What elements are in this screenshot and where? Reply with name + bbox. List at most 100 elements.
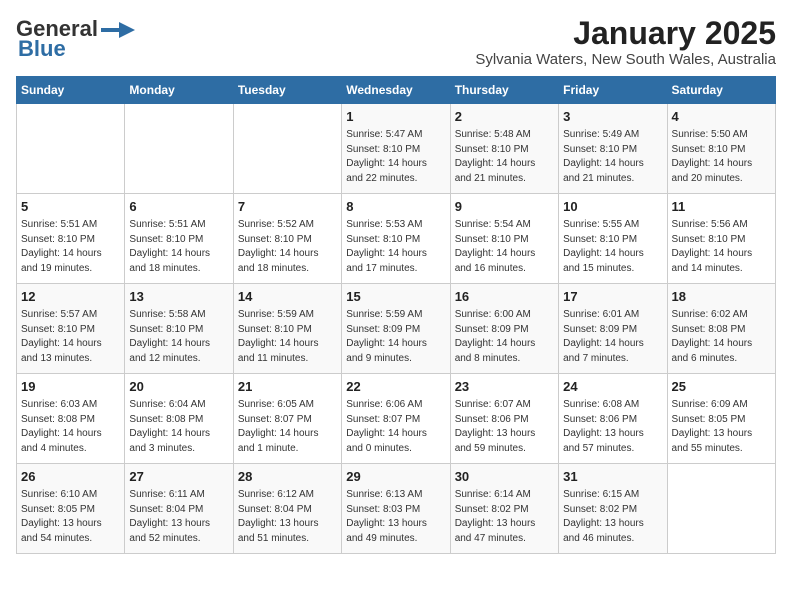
table-row: 3 Sunrise: 5:49 AM Sunset: 8:10 PM Daylig… [559, 104, 667, 194]
day-number: 17 [563, 288, 662, 306]
table-row: 1Sunrise: 5:47 AM Sunset: 8:10 PM Daylig… [342, 104, 450, 194]
header-wednesday: Wednesday [342, 77, 450, 104]
day-number: 29 [346, 468, 445, 486]
day-info: Sunrise: 6:02 AM Sunset: 8:08 PM Dayligh… [672, 308, 771, 366]
day-number: 7 [238, 198, 337, 216]
day-number: 9 [455, 198, 554, 216]
header-thursday: Thursday [450, 77, 558, 104]
day-info: Sunrise: 6:11 AM Sunset: 8:04 PM Dayligh… [129, 488, 228, 546]
day-info: Sunrise: 6:05 AM Sunset: 8:07 PM Dayligh… [238, 398, 337, 456]
table-row: 23 Sunrise: 6:07 AM Sunset: 8:06 PM Dayli… [450, 374, 558, 464]
table-row: 13Sunrise: 5:58 AM Sunset: 8:10 PM Dayli… [125, 284, 233, 374]
header-monday: Monday [125, 77, 233, 104]
table-row: 5 Sunrise: 5:51 AM Sunset: 8:10 PM Daylig… [17, 194, 125, 284]
day-number: 28 [238, 468, 337, 486]
calendar-week-row: 26 Sunrise: 6:10 AM Sunset: 8:05 PM Dayli… [17, 464, 776, 554]
day-number: 8 [346, 198, 445, 216]
day-number: 24 [563, 378, 662, 396]
day-info: Sunrise: 5:59 AM Sunset: 8:10 PM Dayligh… [238, 308, 337, 366]
day-number: 22 [346, 378, 445, 396]
table-row [233, 104, 341, 194]
table-row: 11 Sunrise: 5:56 AM Sunset: 8:10 PM Dayli… [667, 194, 775, 284]
header-saturday: Saturday [667, 77, 775, 104]
day-info: Sunrise: 5:53 AM Sunset: 8:10 PM Dayligh… [346, 218, 445, 276]
logo-blue-text: Blue [18, 36, 66, 62]
table-row: 10Sunrise: 5:55 AM Sunset: 8:10 PM Dayli… [559, 194, 667, 284]
day-number: 15 [346, 288, 445, 306]
day-number: 23 [455, 378, 554, 396]
table-row: 27Sunrise: 6:11 AM Sunset: 8:04 PM Dayli… [125, 464, 233, 554]
header-friday: Friday [559, 77, 667, 104]
table-row: 7 Sunrise: 5:52 AM Sunset: 8:10 PM Daylig… [233, 194, 341, 284]
table-row: 28 Sunrise: 6:12 AM Sunset: 8:04 PM Dayli… [233, 464, 341, 554]
day-number: 25 [672, 378, 771, 396]
day-info: Sunrise: 6:08 AM Sunset: 8:06 PM Dayligh… [563, 398, 662, 456]
day-info: Sunrise: 5:50 AM Sunset: 8:10 PM Dayligh… [672, 128, 771, 186]
day-number: 18 [672, 288, 771, 306]
day-info: Sunrise: 6:06 AM Sunset: 8:07 PM Dayligh… [346, 398, 445, 456]
day-info: Sunrise: 6:04 AM Sunset: 8:08 PM Dayligh… [129, 398, 228, 456]
calendar-location: Sylvania Waters, New South Wales, Austra… [475, 51, 776, 68]
day-info: Sunrise: 5:59 AM Sunset: 8:09 PM Dayligh… [346, 308, 445, 366]
day-info: Sunrise: 6:13 AM Sunset: 8:03 PM Dayligh… [346, 488, 445, 546]
logo: General Blue [16, 16, 138, 62]
day-info: Sunrise: 6:01 AM Sunset: 8:09 PM Dayligh… [563, 308, 662, 366]
table-row: 30 Sunrise: 6:14 AM Sunset: 8:02 PM Dayli… [450, 464, 558, 554]
logo-icon [99, 20, 137, 40]
day-number: 2 [455, 108, 554, 126]
calendar-week-row: 5 Sunrise: 5:51 AM Sunset: 8:10 PM Daylig… [17, 194, 776, 284]
calendar-month-year: January 2025 [475, 16, 776, 51]
day-number: 30 [455, 468, 554, 486]
calendar-week-row: 12 Sunrise: 5:57 AM Sunset: 8:10 PM Dayli… [17, 284, 776, 374]
day-number: 31 [563, 468, 662, 486]
day-number: 14 [238, 288, 337, 306]
table-row: 8 Sunrise: 5:53 AM Sunset: 8:10 PM Daylig… [342, 194, 450, 284]
table-row: 15 Sunrise: 5:59 AM Sunset: 8:09 PM Dayli… [342, 284, 450, 374]
calendar-table: Sunday Monday Tuesday Wednesday Thursday… [16, 76, 776, 554]
day-number: 26 [21, 468, 120, 486]
table-row: 2 Sunrise: 5:48 AM Sunset: 8:10 PM Daylig… [450, 104, 558, 194]
table-row: 31Sunrise: 6:15 AM Sunset: 8:02 PM Dayli… [559, 464, 667, 554]
day-info: Sunrise: 5:54 AM Sunset: 8:10 PM Dayligh… [455, 218, 554, 276]
header-tuesday: Tuesday [233, 77, 341, 104]
calendar-title-block: January 2025 Sylvania Waters, New South … [475, 16, 776, 68]
table-row: 19 Sunrise: 6:03 AM Sunset: 8:08 PM Dayli… [17, 374, 125, 464]
day-info: Sunrise: 6:12 AM Sunset: 8:04 PM Dayligh… [238, 488, 337, 546]
day-info: Sunrise: 5:58 AM Sunset: 8:10 PM Dayligh… [129, 308, 228, 366]
page-header: General Blue January 2025 Sylvania Water… [16, 16, 776, 68]
day-info: Sunrise: 6:07 AM Sunset: 8:06 PM Dayligh… [455, 398, 554, 456]
day-info: Sunrise: 5:51 AM Sunset: 8:10 PM Dayligh… [21, 218, 120, 276]
day-info: Sunrise: 6:10 AM Sunset: 8:05 PM Dayligh… [21, 488, 120, 546]
day-number: 4 [672, 108, 771, 126]
day-number: 21 [238, 378, 337, 396]
header-sunday: Sunday [17, 77, 125, 104]
table-row: 20Sunrise: 6:04 AM Sunset: 8:08 PM Dayli… [125, 374, 233, 464]
day-info: Sunrise: 5:57 AM Sunset: 8:10 PM Dayligh… [21, 308, 120, 366]
table-row [125, 104, 233, 194]
table-row: 18 Sunrise: 6:02 AM Sunset: 8:08 PM Dayli… [667, 284, 775, 374]
day-number: 16 [455, 288, 554, 306]
table-row: 4 Sunrise: 5:50 AM Sunset: 8:10 PM Daylig… [667, 104, 775, 194]
table-row: 25Sunrise: 6:09 AM Sunset: 8:05 PM Dayli… [667, 374, 775, 464]
day-info: Sunrise: 5:52 AM Sunset: 8:10 PM Dayligh… [238, 218, 337, 276]
table-row: 29 Sunrise: 6:13 AM Sunset: 8:03 PM Dayli… [342, 464, 450, 554]
table-row: 22 Sunrise: 6:06 AM Sunset: 8:07 PM Dayli… [342, 374, 450, 464]
day-info: Sunrise: 5:48 AM Sunset: 8:10 PM Dayligh… [455, 128, 554, 186]
table-row: 12 Sunrise: 5:57 AM Sunset: 8:10 PM Dayli… [17, 284, 125, 374]
table-row: 14 Sunrise: 5:59 AM Sunset: 8:10 PM Dayli… [233, 284, 341, 374]
day-number: 1 [346, 108, 445, 126]
table-row [667, 464, 775, 554]
day-info: Sunrise: 6:14 AM Sunset: 8:02 PM Dayligh… [455, 488, 554, 546]
day-number: 11 [672, 198, 771, 216]
day-number: 5 [21, 198, 120, 216]
day-number: 3 [563, 108, 662, 126]
table-row: 16 Sunrise: 6:00 AM Sunset: 8:09 PM Dayli… [450, 284, 558, 374]
day-number: 19 [21, 378, 120, 396]
day-info: Sunrise: 5:49 AM Sunset: 8:10 PM Dayligh… [563, 128, 662, 186]
table-row: 6Sunrise: 5:51 AM Sunset: 8:10 PM Daylig… [125, 194, 233, 284]
day-info: Sunrise: 5:56 AM Sunset: 8:10 PM Dayligh… [672, 218, 771, 276]
day-info: Sunrise: 6:00 AM Sunset: 8:09 PM Dayligh… [455, 308, 554, 366]
day-info: Sunrise: 6:03 AM Sunset: 8:08 PM Dayligh… [21, 398, 120, 456]
day-number: 12 [21, 288, 120, 306]
day-info: Sunrise: 5:51 AM Sunset: 8:10 PM Dayligh… [129, 218, 228, 276]
